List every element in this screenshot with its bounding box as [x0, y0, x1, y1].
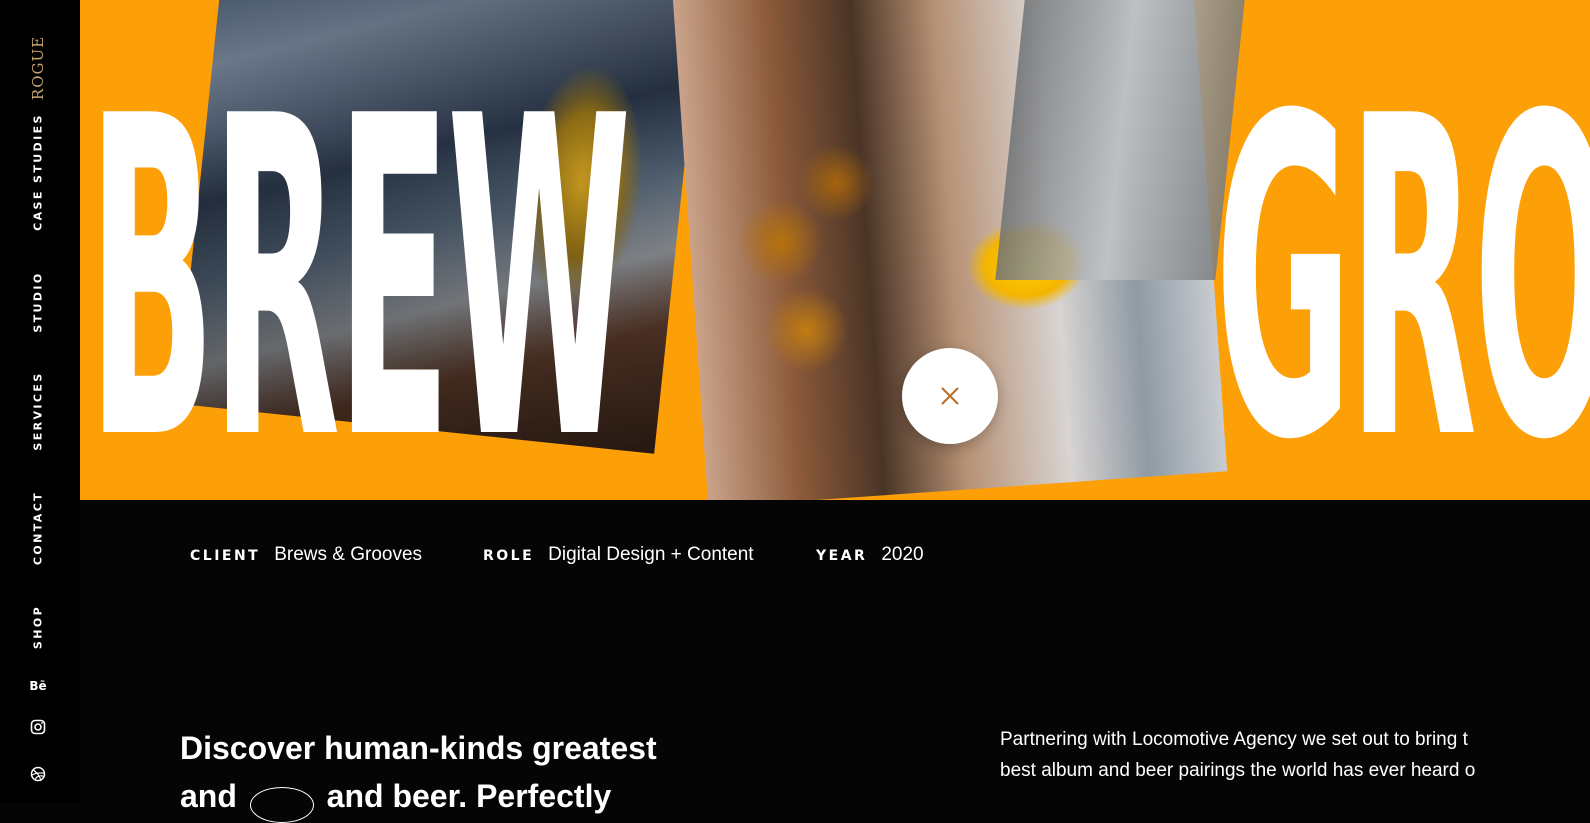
paragraph-line-2: best album and beer pairings the world h…	[1000, 760, 1476, 781]
meta-client: CLIENT Brews & Grooves	[190, 544, 422, 566]
headline-line-1: Discover human-kinds greatest	[180, 730, 657, 766]
client-value: Brews & Grooves	[274, 544, 423, 565]
nav-studio[interactable]: STUDIO	[32, 271, 45, 332]
headline-line-2-end: and beer. Perfectly	[326, 778, 612, 814]
role-value: Digital Design + Content	[548, 544, 754, 565]
hero-banner: BREW GRO	[80, 0, 1590, 500]
headline-line-2: and and beer. Perfectly	[180, 772, 740, 823]
close-button[interactable]	[902, 348, 998, 444]
meta-role: ROLE Digital Design + Content	[483, 544, 754, 566]
behance-icon[interactable]: Bē	[26, 676, 50, 696]
role-label: ROLE	[483, 548, 535, 564]
hero-word-right: GRO	[1215, 24, 1590, 500]
instagram-icon[interactable]	[26, 717, 50, 737]
intro-paragraph: Partnering with Locomotive Agency we set…	[1000, 724, 1580, 786]
hero-word-left: BREW	[88, 24, 631, 500]
year-value: 2020	[881, 544, 924, 565]
close-icon	[941, 387, 959, 405]
client-label: CLIENT	[190, 548, 261, 564]
year-label: YEAR	[816, 548, 868, 564]
nav-services[interactable]: SERVICES	[32, 371, 45, 450]
logo[interactable]: ROGUE	[29, 36, 47, 100]
nav-contact[interactable]: CONTACT	[32, 491, 45, 565]
intro-headline: Discover human-kinds greatest and and be…	[180, 724, 740, 823]
inline-circle-badge	[249, 786, 314, 823]
beer-tap-image	[995, 0, 1245, 280]
sidebar: ROGUE CASE STUDIES STUDIO SERVICES CONTA…	[0, 0, 80, 803]
headline-line-2-start: and	[180, 778, 237, 814]
dribbble-icon[interactable]	[26, 764, 50, 784]
meta-year: YEAR 2020	[816, 544, 924, 566]
nav-case-studies[interactable]: CASE STUDIES	[32, 113, 45, 231]
paragraph-line-1: Partnering with Locomotive Agency we set…	[1000, 729, 1468, 750]
nav-shop[interactable]: SHOP	[32, 605, 45, 649]
